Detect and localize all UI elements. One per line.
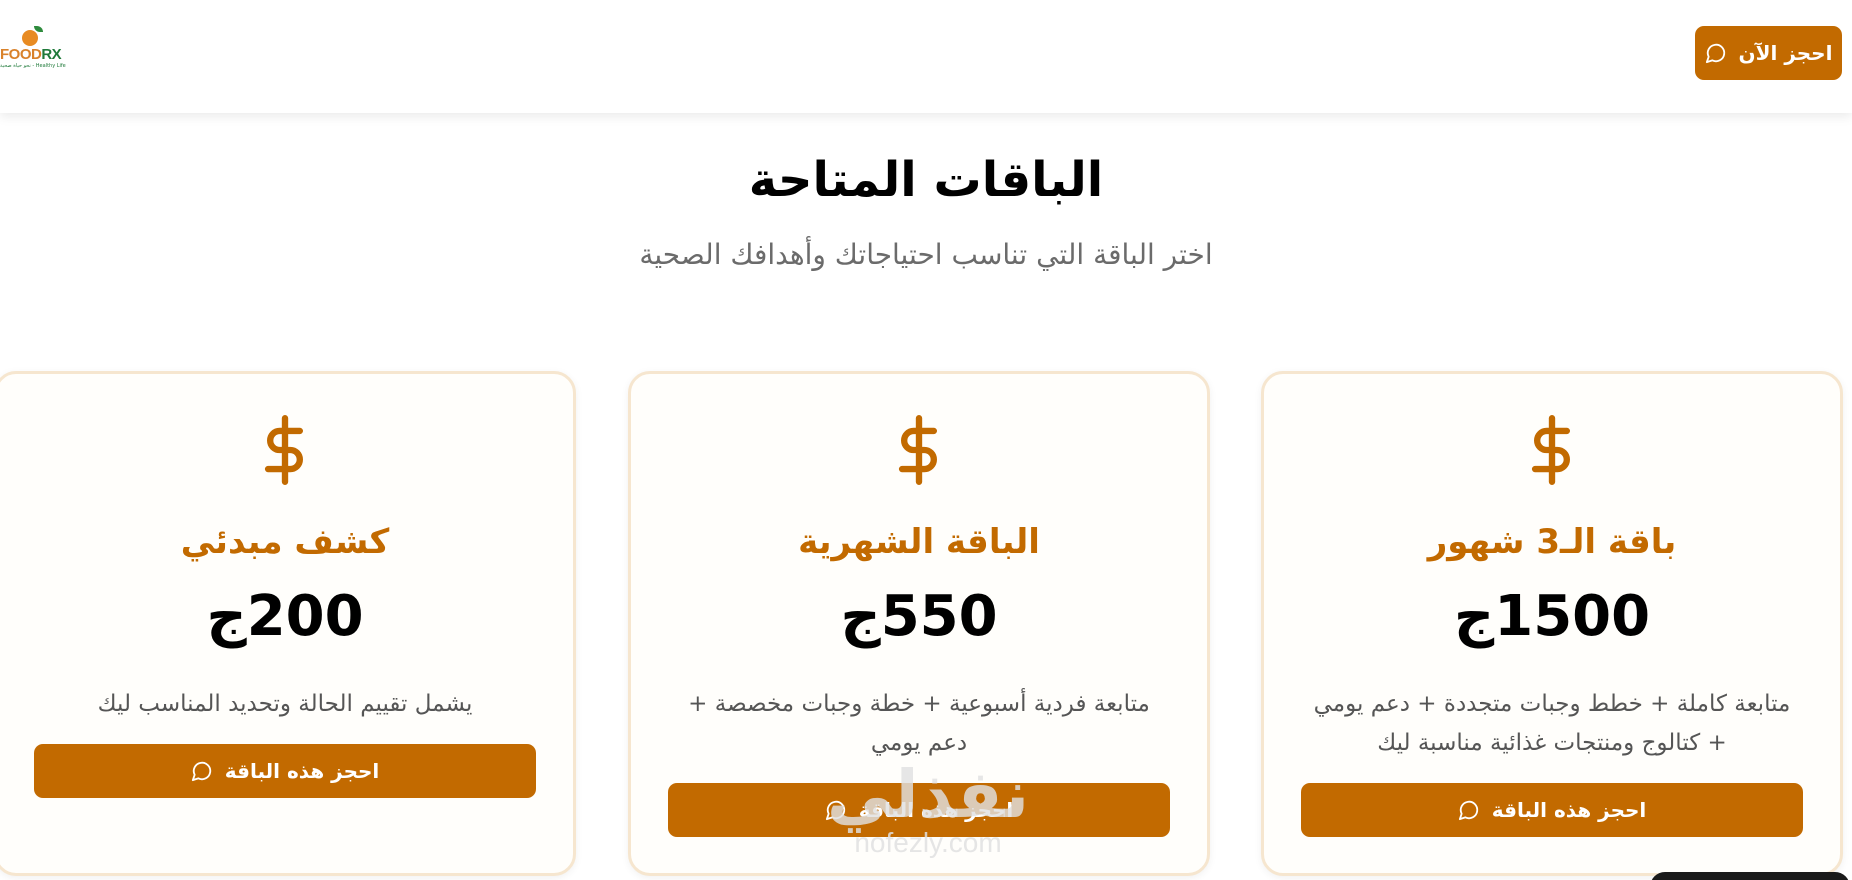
dollar-icon (893, 414, 945, 486)
food-rx-logo[interactable]: FOODRX نحو حياة صحية - Healthy Life (0, 26, 70, 70)
logo-fruit-icon (22, 30, 38, 46)
package-name: الباقة الشهرية (798, 522, 1040, 562)
dollar-icon (259, 414, 311, 486)
logo-tagline: نحو حياة صحية - Healthy Life (0, 63, 66, 69)
book-now-button[interactable]: احجز الآن (1695, 26, 1842, 80)
book-now-label: احجز الآن (1738, 41, 1833, 65)
package-price: 200ج (206, 584, 364, 649)
package-description: يشمل تقييم الحالة وتحديد المناسب ليك (97, 691, 473, 717)
section-title: الباقات المتاحة (748, 152, 1104, 208)
chat-bubble-icon (1705, 42, 1727, 64)
logo-wordmark: FOODRX (0, 46, 62, 63)
section-subtitle: اختر الباقة التي تناسب احتياجاتك وأهدافك… (639, 238, 1213, 271)
chat-bubble-icon (191, 760, 213, 782)
package-price: 550ج (840, 584, 998, 649)
package-name: باقة الـ3 شهور (1427, 522, 1677, 562)
dollar-icon (1526, 414, 1578, 486)
book-package-label: احجز هذه الباقة (224, 759, 380, 783)
site-header: FOODRX نحو حياة صحية - Healthy Life احجز… (0, 0, 1852, 113)
chat-bubble-icon (825, 799, 847, 821)
book-package-button[interactable]: احجز هذه الباقة (668, 783, 1170, 837)
package-description: متابعة فردية أسبوعية + خطة وجبات مخصصة +… (688, 691, 1150, 756)
package-price: 1500ج (1453, 584, 1651, 649)
package-card-3-months: باقة الـ3 شهور 1500ج متابعة كاملة + خطط … (1261, 371, 1843, 876)
package-card-monthly: الباقة الشهرية 550ج متابعة فردية أسبوعية… (628, 371, 1210, 876)
book-package-label: احجز هذه الباقة (1491, 798, 1647, 822)
book-package-button[interactable]: احجز هذه الباقة (1301, 783, 1803, 837)
book-package-button[interactable]: احجز هذه الباقة (34, 744, 536, 798)
book-package-label: احجز هذه الباقة (858, 798, 1014, 822)
floating-widget[interactable] (1650, 872, 1850, 880)
package-name: كشف مبدئي (180, 522, 390, 562)
package-description: متابعة كاملة + خطط وجبات متجددة + دعم يو… (1313, 691, 1791, 756)
chat-bubble-icon (1458, 799, 1480, 821)
package-card-initial-checkup: كشف مبدئي 200ج يشمل تقييم الحالة وتحديد … (0, 371, 576, 876)
